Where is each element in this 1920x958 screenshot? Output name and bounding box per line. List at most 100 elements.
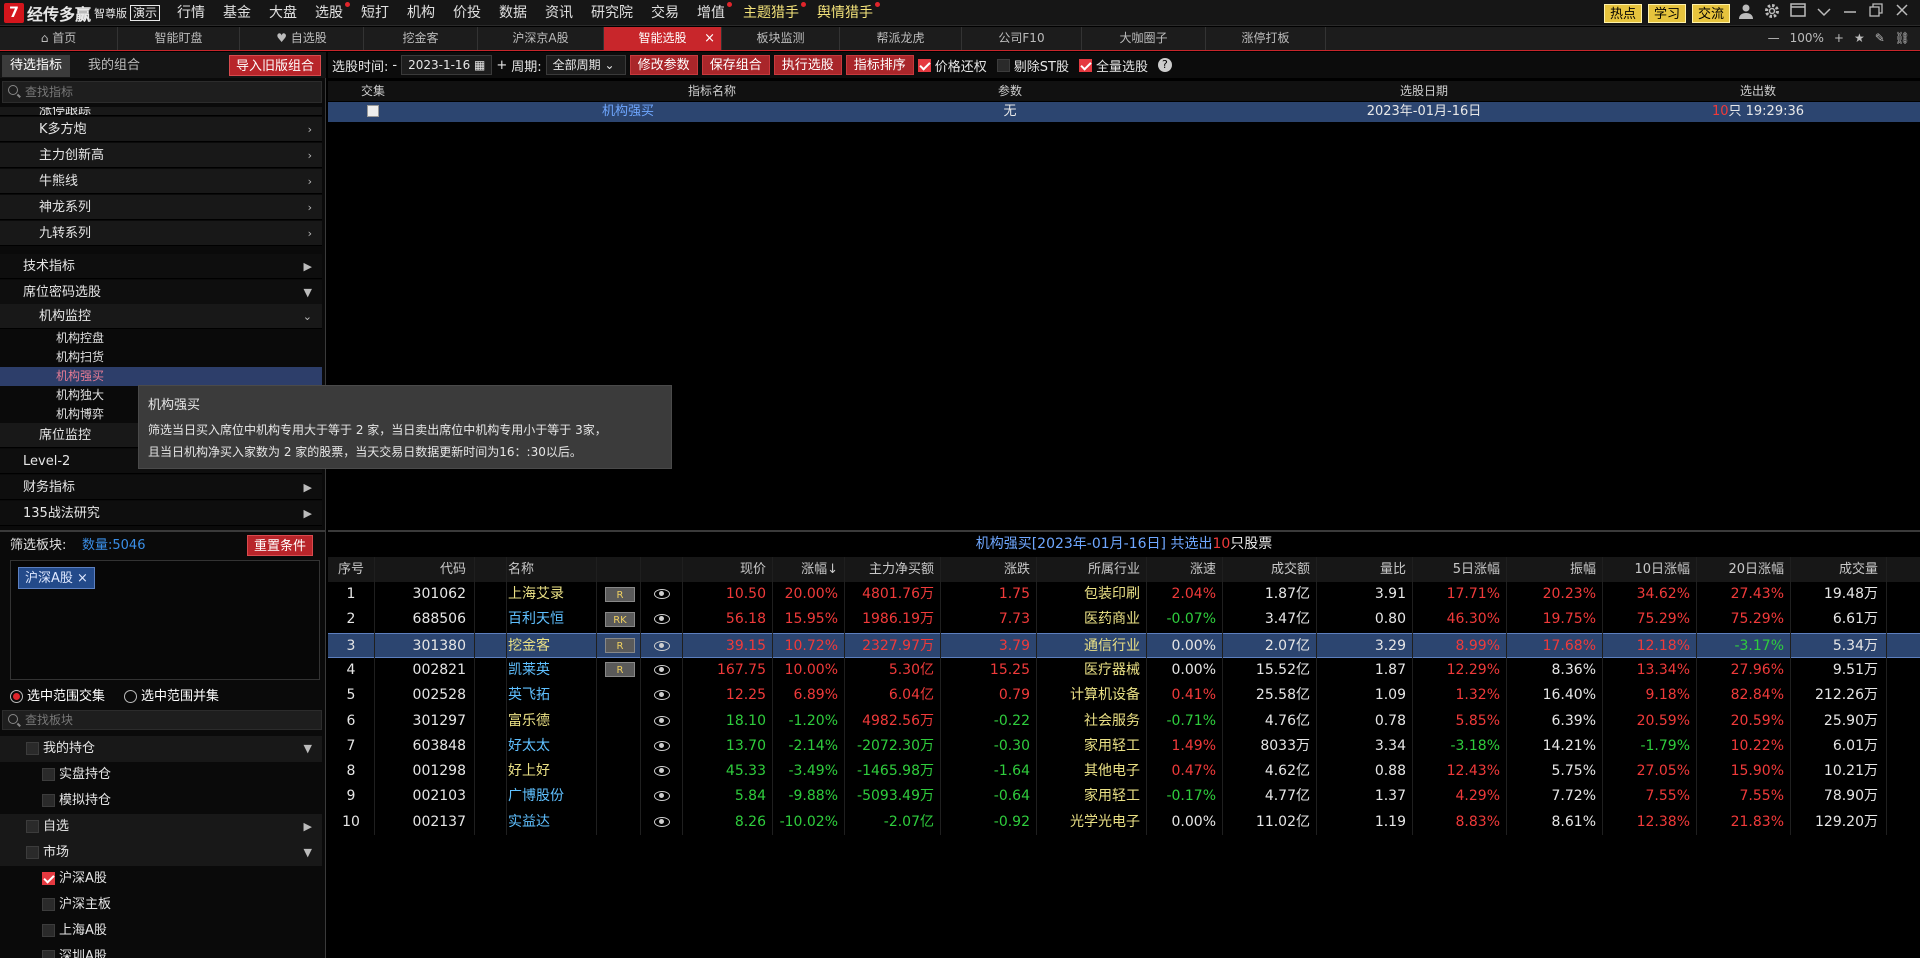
tab-item[interactable]: 板块监测 [722,27,840,50]
menu-item[interactable]: 资讯 [536,0,582,26]
tree-item[interactable]: K多方炮 › [0,117,322,142]
cell-name[interactable]: 实益达 [506,810,596,835]
tree-item[interactable]: 牛熊线 › [0,169,322,194]
eye-icon[interactable] [654,791,670,802]
tab-item[interactable]: 涨停打板 [1206,27,1326,50]
block-checkbox[interactable] [42,768,55,781]
cell-name[interactable]: 好太太 [506,734,596,759]
column-header[interactable]: 序号 [328,557,374,582]
pane-divider[interactable] [328,530,1920,532]
col-select-date[interactable]: 选股日期 [1334,81,1514,101]
block-tree-item[interactable]: 沪深主板 [0,892,322,918]
settings-gear-icon[interactable] [1762,3,1782,23]
date-input[interactable]: 2023-1-16 ▦ [401,55,493,75]
help-icon[interactable]: ? [1157,58,1172,72]
cell-name[interactable]: 凯莱英 [506,658,596,683]
tab-my-combos[interactable]: 我的组合 [80,55,148,77]
learn-button[interactable]: 学习 [1647,3,1686,23]
block-checkbox[interactable] [42,794,55,807]
radio-intersection[interactable]: 选中范围交集 [10,686,105,708]
tree-subitem[interactable]: 机构控盘 [0,329,322,348]
exclude-st-checkbox[interactable] [996,58,1010,72]
indicator-search-input[interactable]: 查找指标 [2,81,322,103]
block-tree-item[interactable]: 沪深A股 [0,866,322,892]
tree-item[interactable]: 主力创新高 › [0,143,322,168]
menu-item[interactable]: 舆情猎手 [808,0,882,26]
block-chip[interactable]: 沪深A股 × [18,567,95,589]
window-layout-icon[interactable] [1788,3,1808,23]
close-icon[interactable] [1892,3,1912,23]
column-header[interactable] [600,557,640,582]
column-header[interactable]: 代码 [374,557,474,582]
col-params[interactable]: 参数 [950,81,1070,101]
block-tree-item[interactable]: 深圳A股 [0,944,322,958]
exchange-button[interactable]: 交流 [1691,3,1730,23]
indicator-name[interactable]: 机构强买 [528,102,728,122]
block-tree-item[interactable]: 上海A股 [0,918,322,944]
column-header[interactable]: 10日涨幅 [1602,557,1696,582]
table-row[interactable]: 7 603848 好太太 13.70 -2.14% -2072.30万 -0.30 家用轻工 1… [328,734,1920,759]
eye-icon[interactable] [654,690,670,701]
tree-item-seat-code[interactable]: 席位密码选股 ▼ [0,280,322,305]
indicator-row[interactable]: 机构强买 无 2023年-01月-16日 10只 19:29:36 [328,102,1920,122]
cell-name[interactable]: 好上好 [506,759,596,784]
column-header[interactable]: 名称 [506,557,596,582]
date-next-button[interactable]: + [496,58,507,73]
tree-item[interactable]: 九转系列 › [0,221,322,246]
price-adjust-checkbox[interactable] [917,58,931,72]
block-checkbox[interactable] [26,846,39,859]
star-icon[interactable]: ★ [1854,27,1865,50]
eye-icon[interactable] [654,816,670,827]
cell-name[interactable]: 挖金客 [506,634,596,659]
tab-item[interactable]: 公司F10 [962,27,1082,50]
block-checkbox[interactable] [26,742,39,755]
tab-item[interactable]: 帮派龙虎 [840,27,962,50]
tree-item-strategy[interactable]: 135战法研究 ▶ [0,501,322,526]
zoom-out-button[interactable]: — [1768,27,1780,50]
modify-params-button[interactable]: 修改参数 [629,55,698,75]
reset-conditions-button[interactable]: 重置条件 [247,535,314,556]
menu-item[interactable]: 选股 [306,0,352,26]
tree-item-cut[interactable]: 涨停跟踪 [0,107,322,116]
table-row[interactable]: 6 301297 富乐德 18.10 -1.20% 4982.56万 -0.22 社会服务 -0… [328,709,1920,734]
tab-item[interactable]: 智能盯盘 [118,27,240,50]
eye-icon[interactable] [654,766,670,777]
table-row[interactable]: 1 301062 上海艾录 R 10.50 20.00% 4801.76万 1.75 包装印刷 2… [328,582,1920,607]
execute-selection-button[interactable]: 执行选股 [773,55,842,75]
menu-item[interactable]: 主题猎手 [734,0,808,26]
tab-item[interactable]: 沪深京A股 [478,27,604,50]
menu-item[interactable]: 研究院 [582,0,642,26]
full-selection-checkbox[interactable] [1078,58,1092,72]
menu-item[interactable]: 增值 [688,0,734,26]
table-row[interactable]: 9 002103 广博股份 5.84 -9.88% -5093.49万 -0.64 家用轻工 -… [328,784,1920,809]
rating-tag[interactable]: RK [605,611,635,627]
menu-item[interactable]: 行情 [168,0,214,26]
tree-item[interactable]: 神龙系列 › [0,195,322,220]
eye-icon[interactable] [654,740,670,751]
radio-union[interactable]: 选中范围并集 [124,686,219,708]
block-checkbox[interactable] [26,820,39,833]
block-tree-item[interactable]: 实盘持仓 [0,762,322,788]
calendar-icon[interactable]: ▦ [474,58,485,72]
eye-icon[interactable] [654,614,670,625]
chevron-down-icon[interactable] [1814,3,1834,23]
zoom-in-button[interactable]: + [1834,27,1844,50]
indicator-sort-button[interactable]: 指标排序 [845,55,914,75]
user-icon[interactable] [1736,3,1756,23]
save-combo-button[interactable]: 保存组合 [701,55,770,75]
column-header[interactable]: 涨幅↓ [772,557,844,582]
block-tree-item[interactable]: 我的持仓 ▼ [0,736,322,762]
tree-item-inst-monitor[interactable]: 机构监控 ⌄ [0,304,322,329]
column-header[interactable]: 现价 [682,557,772,582]
chip-close-icon[interactable]: × [77,571,88,586]
menu-item[interactable]: 机构 [398,0,444,26]
period-select[interactable]: 全部周期 ⌄ [545,55,626,75]
cell-name[interactable]: 上海艾录 [506,582,596,607]
restore-icon[interactable] [1866,3,1886,23]
table-row[interactable]: 8 001298 好上好 45.33 -3.49% -1465.98万 -1.64 其他电子 0… [328,759,1920,784]
tab-candidate-indicators[interactable]: 待选指标 [2,55,71,77]
column-header[interactable]: 20日涨幅 [1696,557,1790,582]
column-header[interactable]: 5日涨幅 [1412,557,1506,582]
edit-pencil-icon[interactable]: ✎ [1875,27,1885,50]
block-tree-item[interactable]: 模拟持仓 [0,788,322,814]
